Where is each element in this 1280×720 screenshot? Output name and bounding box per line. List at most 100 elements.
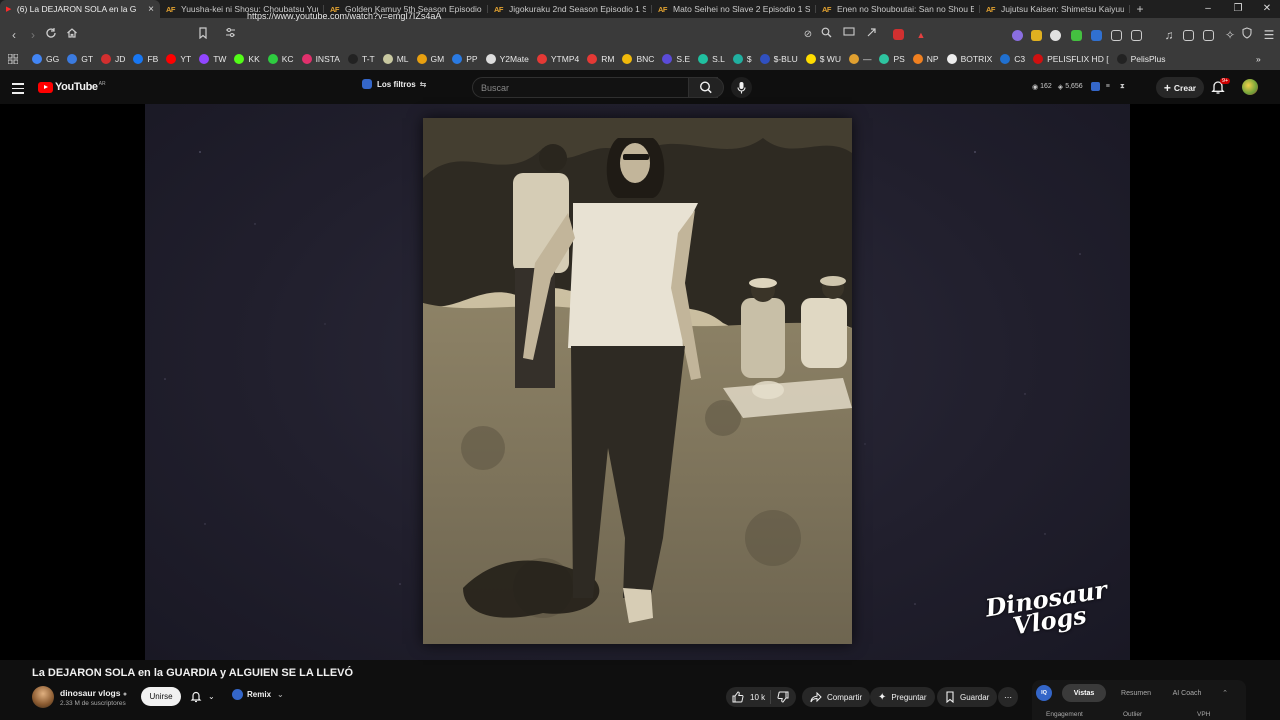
bookmark-item[interactable]: PELISFLIX HD [ [1033,54,1109,64]
bookmark-item[interactable]: $ WU [805,54,841,64]
close-window-button[interactable]: ✕ [1252,0,1280,18]
bookmark-item[interactable]: NP [912,54,939,64]
restore-window-button[interactable]: ❐ [1223,0,1253,18]
camera-blocked-icon[interactable]: ⊘ [800,27,816,43]
bookmark-favicon-icon [32,54,42,64]
voice-search-button[interactable] [731,77,752,98]
back-arrow-icon[interactable]: ‹ [6,27,22,43]
bookmark-item[interactable]: GM [416,54,444,64]
screenshot-extension-icon[interactable] [1131,30,1142,41]
bookmark-item[interactable]: RM [587,54,614,64]
reload-icon[interactable] [45,27,61,43]
bookmark-favicon-icon [1033,54,1044,64]
remix-button[interactable]: Remix ⌄ [232,689,284,700]
bookmark-item[interactable]: TW [199,54,226,64]
extension-icon-2[interactable] [1031,30,1042,41]
save-button[interactable]: Guardar [937,687,998,707]
extension-icon-3[interactable] [1050,30,1061,41]
media-control-icon[interactable]: ♫ [1161,27,1177,43]
extension-icon-4[interactable] [1071,30,1082,41]
home-icon[interactable] [66,27,82,43]
bookmark-item[interactable]: T-T [347,54,375,64]
filters-button[interactable]: Los filtros ⇆ [362,79,426,89]
bookmark-item[interactable]: KK [234,54,260,64]
close-tab-icon[interactable]: × [148,4,154,15]
sidebar-toggle-icon[interactable] [1183,30,1194,41]
bookmark-item[interactable]: GT [67,54,93,64]
share-button[interactable]: Compartir [802,687,871,707]
bookmark-item[interactable]: S.E [662,54,690,64]
wallet-icon[interactable] [1203,30,1214,41]
panel-tab-vistas[interactable]: Vistas [1062,684,1106,702]
extension-icon-1[interactable] [1012,30,1023,41]
sparkle-icon: ✦ [878,691,887,703]
site-info-icon[interactable] [225,27,241,43]
panel-tab-ai-coach[interactable]: AI Coach [1164,684,1210,702]
channel-name-text: dinosaur vlogs [60,688,121,698]
search-input[interactable]: Buscar [472,77,718,98]
video-title: La DEJARON SOLA en la GUARDIA y ALGUIEN … [32,667,354,679]
extensions-puzzle-icon[interactable] [1111,30,1122,41]
bookmark-item[interactable]: S.L [698,54,725,64]
bookmark-item[interactable]: Y2Mate [485,54,529,64]
like-button[interactable]: 10 k [726,691,770,703]
create-button[interactable]: + Crear [1156,77,1204,98]
bookmark-item[interactable]: INSTA [301,54,340,64]
extension-badge-icon[interactable] [1090,82,1100,91]
bookmark-item[interactable]: PS [879,54,905,64]
browser-tab[interactable]: AF Jujutsu Kaisen: Shimetsu Kaiyuu - Ze [980,0,1130,18]
bookmark-item[interactable]: KC [267,54,294,64]
create-label: Crear [1173,82,1197,93]
browser-menu-icon[interactable]: ☰ [1261,27,1277,43]
alert-extension-icon[interactable]: ▲ [913,27,929,43]
cast-icon[interactable] [843,27,859,43]
bookmark-item[interactable]: $-BLU [759,54,798,64]
bookmark-item[interactable]: PelisPlus [1116,54,1166,64]
bookmark-label: T-T [361,54,375,64]
dislike-button[interactable] [770,690,789,704]
minimize-window-button[interactable]: – [1193,0,1223,18]
bookmark-item[interactable]: ML [382,54,409,64]
user-avatar[interactable] [1242,79,1258,95]
bookmark-favicon-icon [759,54,770,64]
apps-grid-icon[interactable] [8,54,18,64]
browser-tab-active[interactable]: ▶ (6) La DEJARON SOLA en la G × [0,0,160,18]
bookmark-item[interactable]: YTMP4 [536,54,579,64]
bookmark-item[interactable]: BOTRIX [946,54,992,64]
bookmark-item[interactable]: JD [101,54,125,64]
bookmark-item[interactable]: BNC [622,54,654,64]
hourglass-icon[interactable]: ⧗ [1120,83,1125,91]
zoom-icon[interactable] [821,27,837,43]
join-button[interactable]: Unirse [141,687,181,706]
bookmark-icon[interactable] [198,27,214,43]
search-button[interactable] [688,77,724,98]
bookmark-item[interactable]: GG [32,54,59,64]
share-page-icon[interactable] [866,27,882,43]
bookmark-item[interactable]: PP [452,54,478,64]
panel-collapse-icon[interactable]: ⌃ [1216,684,1234,702]
ask-button[interactable]: ✦ Preguntar [870,687,935,707]
ai-sparkle-icon[interactable]: ✧ [1222,27,1238,43]
forward-arrow-icon[interactable]: › [25,27,41,43]
youtube-logo[interactable]: YouTube AR [38,81,106,93]
list-icon[interactable]: ≡ [1106,83,1110,90]
channel-name[interactable]: dinosaur vlogs ● [60,688,127,698]
more-bookmarks-icon[interactable]: » [1256,54,1261,64]
new-tab-button[interactable]: + [1130,2,1150,16]
channel-avatar[interactable] [32,686,54,708]
more-actions-button[interactable]: ⋯ [998,687,1018,707]
bookmark-item[interactable]: $ [732,54,752,64]
shield-icon[interactable] [1242,27,1258,43]
translate-extension-icon[interactable] [1091,30,1102,41]
bookmark-item[interactable]: C3 [1000,54,1025,64]
bookmark-item[interactable]: YT [166,54,191,64]
bookmark-item[interactable]: FB [133,54,158,64]
panel-tab-resumen[interactable]: Resumen [1112,684,1160,702]
subscription-bell-button[interactable]: ⌄ [190,690,215,703]
bookmark-label: KK [248,54,260,64]
save-bookmark-icon [946,691,954,703]
adblock-extension-icon[interactable] [893,29,904,40]
hamburger-menu-icon[interactable] [12,83,24,95]
thumbs-down-icon [777,691,789,703]
bookmark-item[interactable]: — [848,54,871,64]
